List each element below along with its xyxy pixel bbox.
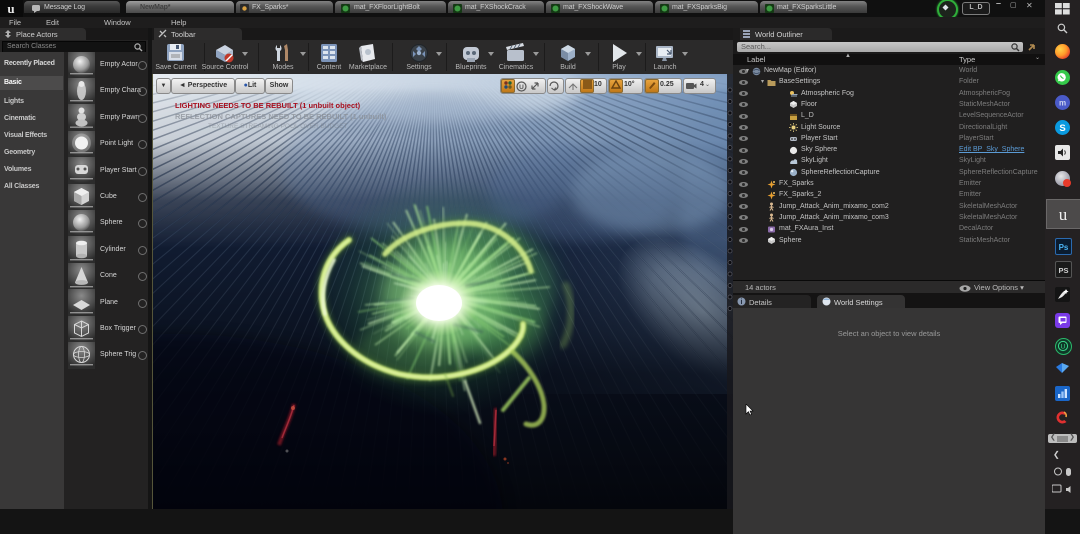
svg-text:m: m [1059, 99, 1066, 108]
svg-text:i: i [741, 299, 743, 306]
svg-text:Ps: Ps [1059, 243, 1069, 252]
svg-text:u: u [7, 1, 14, 16]
svg-text:S: S [1059, 123, 1065, 134]
svg-text:u: u [1059, 205, 1068, 224]
svg-text:U: U [519, 84, 524, 91]
svg-text:PS: PS [1058, 266, 1068, 275]
svg-text:U: U [1061, 344, 1066, 351]
